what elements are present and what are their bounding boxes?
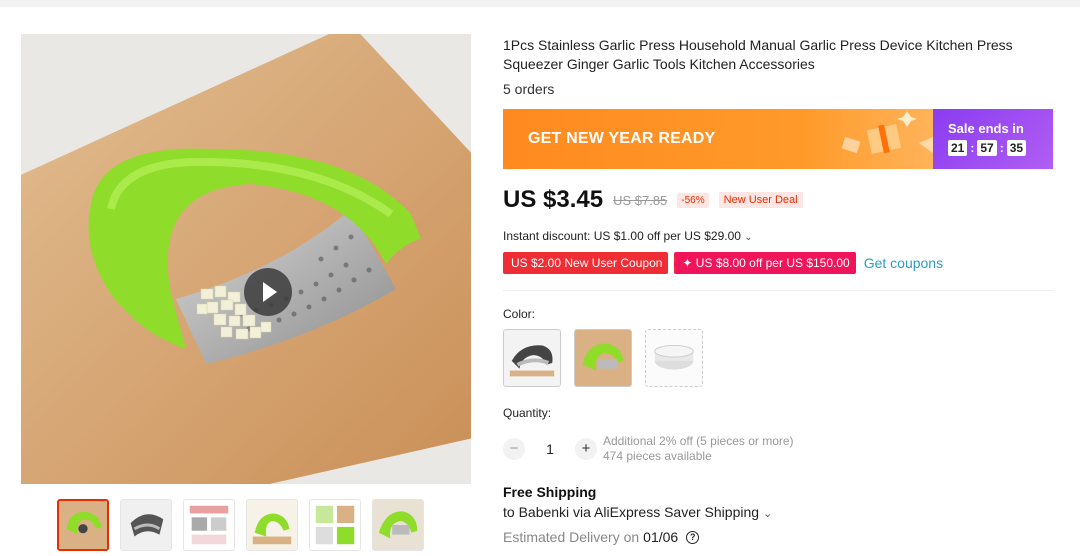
- thumbnail-3[interactable]: [183, 499, 235, 551]
- color-swatches: [503, 329, 703, 387]
- estimated-delivery: Estimated Delivery on 01/06 ?: [503, 529, 700, 545]
- quantity-value[interactable]: 1: [525, 441, 575, 457]
- new-user-deal-badge: New User Deal: [718, 192, 803, 208]
- shipping-destination-text: to Babenki via AliExpress Saver Shipping: [503, 504, 760, 520]
- thumbnail-6[interactable]: [372, 499, 424, 551]
- thumbnail-4[interactable]: [246, 499, 298, 551]
- promo-text: GET NEW YEAR READY: [528, 130, 716, 147]
- color-option-2[interactable]: [574, 329, 632, 387]
- timer-separator: :: [999, 141, 1004, 155]
- countdown-timer: 21 : 57 : 35: [948, 140, 1027, 156]
- color-label: Color:: [503, 307, 536, 321]
- gift-box-icon: [841, 111, 933, 154]
- color-option-3[interactable]: [645, 329, 703, 387]
- store-coupon[interactable]: ✦ US $8.00 off per US $150.00: [674, 252, 856, 274]
- orders-count: 5 orders: [503, 81, 555, 97]
- shipping-destination[interactable]: to Babenki via AliExpress Saver Shipping…: [503, 504, 772, 520]
- promo-banner-main[interactable]: GET NEW YEAR READY: [503, 109, 933, 169]
- instant-discount-text: Instant discount: US $1.00 off per US $2…: [503, 229, 741, 243]
- current-price: US $3.45: [503, 186, 604, 213]
- timer-seconds: 35: [1006, 140, 1027, 156]
- garlic-press-photo: [21, 34, 471, 484]
- quantity-label: Quantity:: [503, 406, 552, 420]
- delivery-prefix: Estimated Delivery on: [503, 529, 640, 545]
- top-bar: [0, 0, 1080, 7]
- quantity-decrease-button[interactable]: −: [503, 438, 525, 460]
- color-option-1[interactable]: [503, 329, 561, 387]
- new-user-coupon[interactable]: US $2.00 New User Coupon: [503, 252, 669, 274]
- main-product-image[interactable]: [21, 34, 471, 484]
- bulk-discount-note: Additional 2% off (5 pieces or more): [603, 434, 794, 448]
- thumbnail-1[interactable]: [57, 499, 109, 551]
- thumbnail-5[interactable]: [309, 499, 361, 551]
- timer-hours: 21: [948, 140, 968, 156]
- stock-available: 474 pieces available: [603, 449, 712, 463]
- shipping-title: Free Shipping: [503, 484, 597, 500]
- question-circle-icon[interactable]: ?: [686, 530, 700, 544]
- quantity-info: Additional 2% off (5 pieces or more) 474…: [603, 434, 794, 464]
- sale-countdown: Sale ends in 21 : 57 : 35: [933, 109, 1053, 169]
- original-price: US $7.85: [613, 192, 668, 208]
- chevron-down-icon: ⌄: [744, 232, 753, 243]
- quantity-increase-button[interactable]: +: [575, 438, 597, 460]
- thumbnail-strip: [57, 499, 424, 551]
- sale-ends-label: Sale ends in: [948, 121, 1024, 136]
- delivery-date: 01/06: [643, 529, 679, 545]
- coupon-row: US $2.00 New User Coupon ✦ US $8.00 off …: [503, 252, 943, 274]
- quantity-stepper: − 1 + Additional 2% off (5 pieces or mor…: [503, 434, 794, 464]
- chevron-down-icon: ⌄: [762, 508, 773, 520]
- play-video-button[interactable]: [244, 268, 292, 316]
- price-row: US $3.45 US $7.85 -56% New User Deal: [503, 186, 803, 214]
- product-title: 1Pcs Stainless Garlic Press Household Ma…: [503, 37, 1013, 72]
- promo-banner[interactable]: GET NEW YEAR READY Sale ends in 21 : 57 …: [503, 109, 1053, 169]
- timer-separator: :: [970, 141, 975, 155]
- timer-minutes: 57: [977, 140, 997, 156]
- section-divider: [503, 290, 1053, 291]
- get-coupons-link[interactable]: Get coupons: [864, 255, 943, 271]
- thumbnail-2[interactable]: [120, 499, 172, 551]
- discount-badge: -56%: [677, 192, 709, 208]
- instant-discount[interactable]: Instant discount: US $1.00 off per US $2…: [503, 229, 753, 243]
